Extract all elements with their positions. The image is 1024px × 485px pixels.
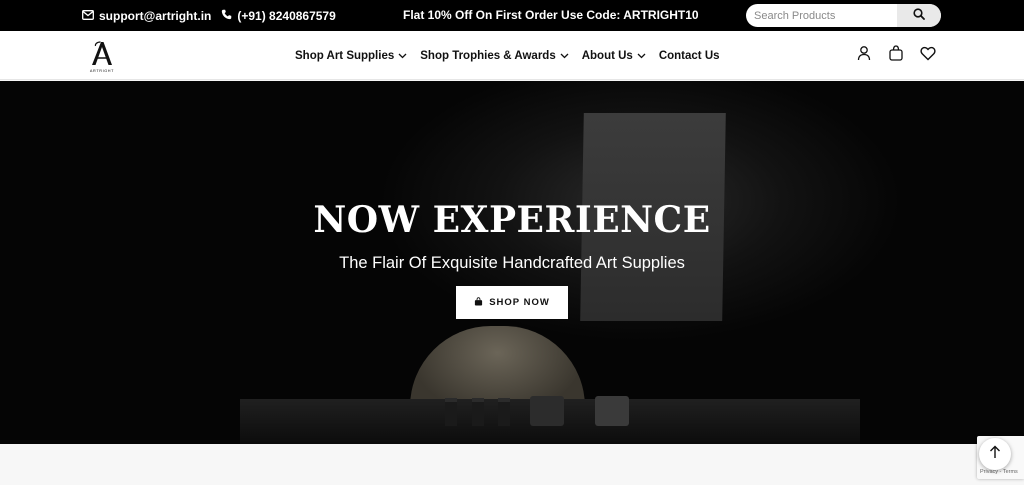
shop-now-button[interactable]: SHOP NOW <box>456 286 568 319</box>
top-bar: support@artright.in (+91) 8240867579 Fla… <box>0 0 1024 31</box>
hero-background-jar <box>595 396 629 426</box>
nav-item-contact-us[interactable]: Contact Us <box>659 50 720 62</box>
nav-item-label: About Us <box>581 49 633 62</box>
search-box <box>746 4 941 27</box>
heart-icon[interactable] <box>920 46 936 66</box>
scroll-to-top-button[interactable] <box>979 438 1011 470</box>
search-icon <box>913 7 925 25</box>
main-header: ARTRIGHT Shop Art Supplies Shop Trophies… <box>0 31 1024 80</box>
nav-item-about-us[interactable]: About Us <box>582 50 646 62</box>
nav-item-label: Shop Trophies & Awards <box>420 49 556 62</box>
promo-text: Flat 10% Off On First Order Use Code: AR… <box>403 8 699 22</box>
nav-item-label: Contact Us <box>658 49 720 62</box>
site-logo[interactable]: ARTRIGHT <box>86 38 118 74</box>
hero-background-bottle <box>472 398 484 426</box>
email-link[interactable]: support@artright.in <box>82 9 211 23</box>
hero-subtitle: The Flair Of Exquisite Handcrafted Art S… <box>339 254 685 272</box>
main-menu: Shop Art Supplies Shop Trophies & Awards… <box>295 31 720 80</box>
search-input[interactable] <box>746 4 896 27</box>
svg-text:ARTRIGHT: ARTRIGHT <box>90 69 114 73</box>
bag-icon[interactable] <box>888 45 904 66</box>
hero-background-jar <box>530 396 564 426</box>
shop-now-label: SHOP NOW <box>489 297 550 308</box>
mail-icon <box>82 9 94 23</box>
user-icon[interactable] <box>856 45 872 66</box>
chevron-down-icon <box>398 50 407 62</box>
arrow-up-icon <box>989 445 1001 464</box>
nav-item-label: Shop Art Supplies <box>295 49 395 62</box>
hero-background-bottle <box>498 398 510 426</box>
chevron-down-icon <box>637 50 646 62</box>
nav-item-shop-trophies-awards[interactable]: Shop Trophies & Awards <box>420 49 569 62</box>
phone-text: (+91) 8240867579 <box>237 8 336 23</box>
recaptcha-text: Privacy - Terms <box>980 469 1018 475</box>
email-text: support@artright.in <box>99 8 212 23</box>
content-area <box>0 444 1024 485</box>
phone-icon <box>221 9 232 23</box>
hero-background-bottle <box>445 398 457 426</box>
phone-link[interactable]: (+91) 8240867579 <box>221 8 336 23</box>
hero-title: NOW EXPERIENCE <box>313 199 711 241</box>
header-icons <box>856 31 936 80</box>
nav-item-shop-art-supplies[interactable]: Shop Art Supplies <box>295 50 407 62</box>
chevron-down-icon <box>560 50 569 62</box>
contact-info: support@artright.in (+91) 8240867579 <box>82 0 336 31</box>
search-button[interactable] <box>897 4 941 27</box>
shopping-bag-icon <box>474 296 483 309</box>
hero-background-table <box>240 396 860 444</box>
hero-banner: NOW EXPERIENCE The Flair Of Exquisite Ha… <box>0 81 1024 444</box>
